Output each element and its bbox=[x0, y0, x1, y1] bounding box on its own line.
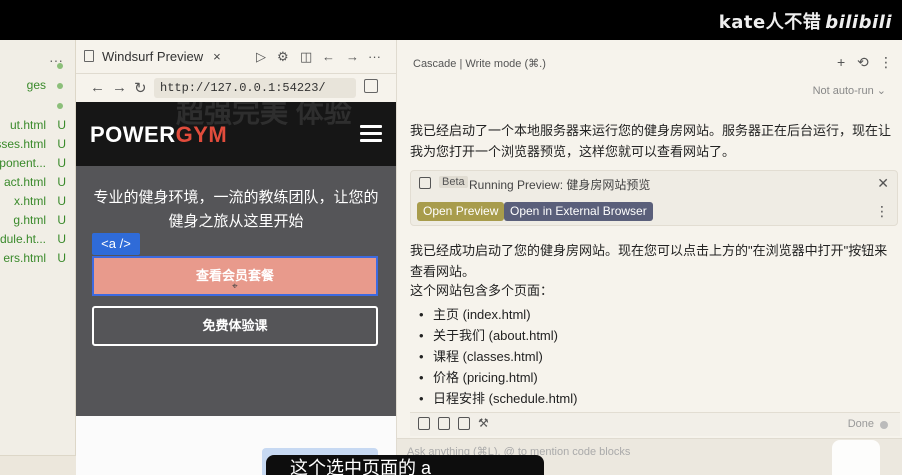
tab-label: Windsurf Preview bbox=[102, 49, 204, 64]
status-dot-icon bbox=[880, 421, 888, 429]
assistant-message-2: 我已经成功启动了您的健身房网站。现在您可以点击上方的"在浏览器中打开"按钮来查看… bbox=[410, 243, 888, 279]
watermark-site: bilibili bbox=[825, 12, 892, 33]
page-list: 主页 (index.html)关于我们 (about.html)课程 (clas… bbox=[419, 304, 899, 409]
open-external-icon[interactable] bbox=[364, 79, 378, 93]
file-item[interactable]: x.html U bbox=[0, 194, 76, 212]
mouse-cursor-icon: ⌖ bbox=[232, 281, 238, 292]
arrow-left-icon[interactable]: ← bbox=[322, 49, 335, 64]
site-viewport: 超强完美 体验 POWERGYM 专业的健身环境，一流的教练团队，让您的健身之旅… bbox=[76, 102, 396, 475]
cascade-title: Cascade | Write mode (⌘.) bbox=[413, 58, 546, 70]
file-item[interactable]: act.html U bbox=[0, 175, 76, 193]
file-item[interactable]: ges bbox=[0, 78, 76, 96]
new-chat-icon[interactable]: + bbox=[837, 54, 845, 70]
preview-pane: Windsurf Preview × ▷ ⚙ ◫ ← → ··· ← → ↻ ht… bbox=[76, 40, 396, 475]
video-top-bar: kate人不错 bilibili bbox=[0, 0, 902, 40]
server-icon bbox=[419, 177, 431, 189]
watermark-author: kate人不错 bbox=[718, 12, 822, 33]
explorer-footer bbox=[0, 455, 76, 475]
url-bar: ← → ↻ http://127.0.0.1:54223/ bbox=[76, 74, 396, 102]
file-name: act.html bbox=[3, 175, 46, 189]
untracked-status: U bbox=[57, 194, 66, 208]
untracked-status: U bbox=[57, 175, 66, 189]
modified-dot-icon bbox=[57, 63, 63, 69]
hamburger-menu-icon[interactable] bbox=[360, 125, 382, 143]
site-header: 超强完美 体验 POWERGYM bbox=[76, 102, 396, 166]
untracked-status: U bbox=[57, 137, 66, 151]
modified-dot-icon bbox=[57, 83, 63, 89]
site-logo[interactable]: POWERGYM bbox=[90, 122, 227, 148]
file-name: edule.ht... bbox=[0, 232, 46, 246]
more-icon[interactable]: ··· bbox=[368, 49, 381, 64]
card-title: Running Preview: 健身房网站预览 bbox=[469, 178, 651, 192]
file-name: sses.html bbox=[0, 137, 46, 151]
file-item[interactable]: sses.html U bbox=[0, 137, 76, 155]
message-toolbar: ⚒ Done bbox=[410, 412, 900, 436]
split-editor-icon[interactable]: ◫ bbox=[300, 49, 312, 65]
url-input[interactable]: http://127.0.0.1:54223/ bbox=[154, 78, 356, 98]
image-icon[interactable] bbox=[438, 417, 450, 430]
page-list-item: 课程 (classes.html) bbox=[419, 346, 899, 367]
tools-icon[interactable]: ⚒ bbox=[478, 416, 490, 430]
untracked-status: U bbox=[57, 213, 66, 227]
untracked-status: U bbox=[57, 118, 66, 132]
done-status: Done bbox=[847, 418, 874, 430]
untracked-status: U bbox=[57, 232, 66, 246]
preview-tab-bar: Windsurf Preview × ▷ ⚙ ◫ ← → ··· bbox=[76, 40, 396, 74]
file-explorer: ··· ges ut.html Usses.html Uponent... Uact.h… bbox=[0, 40, 76, 475]
file-item[interactable]: ponent... U bbox=[0, 156, 76, 174]
history-icon[interactable]: ⟲ bbox=[857, 54, 869, 71]
page-list-item: 日程安排 (schedule.html) bbox=[419, 388, 899, 409]
file-item[interactable]: ut.html U bbox=[0, 118, 76, 136]
open-preview-button[interactable]: Open Preview bbox=[417, 202, 505, 221]
file-name: ut.html bbox=[9, 118, 46, 132]
tab-windsurf-preview[interactable]: Windsurf Preview × bbox=[84, 49, 221, 64]
file-name: ponent... bbox=[0, 156, 46, 170]
modified-dot-icon bbox=[57, 103, 63, 109]
page-list-item: 价格 (pricing.html) bbox=[419, 367, 899, 388]
open-external-browser-button[interactable]: Open in External Browser bbox=[504, 202, 653, 221]
close-icon[interactable]: ✕ bbox=[877, 175, 889, 192]
card-more-icon[interactable]: ⋮ bbox=[875, 203, 889, 220]
gear-icon[interactable]: ⚙ bbox=[277, 49, 289, 65]
file-item[interactable] bbox=[0, 98, 76, 116]
element-selector-badge: <a /> bbox=[92, 233, 140, 255]
hero-tagline: 专业的健身环境，一流的教练团队，让您的健身之旅从这里开始 bbox=[93, 189, 379, 230]
untracked-status: U bbox=[57, 156, 66, 170]
page-list-item: 主页 (index.html) bbox=[419, 304, 899, 325]
beta-badge: Beta bbox=[439, 176, 468, 188]
logo-power: POWER bbox=[90, 122, 176, 147]
assistant-message-1: 我已经启动了一个本地服务器来运行您的健身房网站。服务器正在后台运行，现在让我为您… bbox=[410, 123, 892, 159]
watermark: kate人不错 bilibili bbox=[719, 8, 892, 34]
cascade-header: Cascade | Write mode (⌘.) + ⟲ ⋮ bbox=[397, 40, 902, 82]
page-list-item: 关于我们 (about.html) bbox=[419, 325, 899, 346]
file-item[interactable]: g.html U bbox=[0, 213, 76, 231]
assistant-message-3: 这个网站包含多个页面： bbox=[410, 283, 554, 298]
forward-icon[interactable]: → bbox=[112, 79, 127, 96]
run-icon[interactable]: ▷ bbox=[256, 49, 266, 65]
file-item[interactable] bbox=[0, 58, 76, 76]
code-icon[interactable] bbox=[458, 417, 470, 430]
video-subtitle: 这个选中页面的 a bbox=[266, 455, 544, 475]
arrow-right-icon[interactable]: → bbox=[346, 49, 359, 64]
back-icon[interactable]: ← bbox=[90, 79, 105, 96]
logo-gym: GYM bbox=[175, 122, 228, 147]
more-icon[interactable]: ⋮ bbox=[879, 54, 893, 71]
subtitle-text: 这个选中页面的 a bbox=[290, 458, 432, 475]
untracked-status: U bbox=[57, 251, 66, 265]
reload-icon[interactable]: ↻ bbox=[134, 79, 147, 97]
close-tab-icon[interactable]: × bbox=[213, 49, 221, 64]
file-item[interactable]: ers.html U bbox=[0, 251, 76, 269]
autorun-dropdown[interactable]: Not auto-run bbox=[813, 84, 886, 97]
file-name: ers.html bbox=[3, 251, 46, 265]
file-name: x.html bbox=[13, 194, 46, 208]
free-trial-button[interactable]: 免费体验课 bbox=[92, 306, 378, 346]
file-icon[interactable] bbox=[418, 417, 430, 430]
bilibili-logo-icon bbox=[832, 440, 880, 475]
file-name: ges bbox=[26, 78, 46, 92]
cascade-panel: Cascade | Write mode (⌘.) + ⟲ ⋮ Not auto… bbox=[396, 40, 902, 475]
file-item[interactable]: edule.ht... U bbox=[0, 232, 76, 250]
file-name: g.html bbox=[13, 213, 46, 227]
running-preview-card: Beta Running Preview: 健身房网站预览 ✕ Open Pre… bbox=[410, 170, 898, 226]
file-icon bbox=[84, 50, 94, 62]
